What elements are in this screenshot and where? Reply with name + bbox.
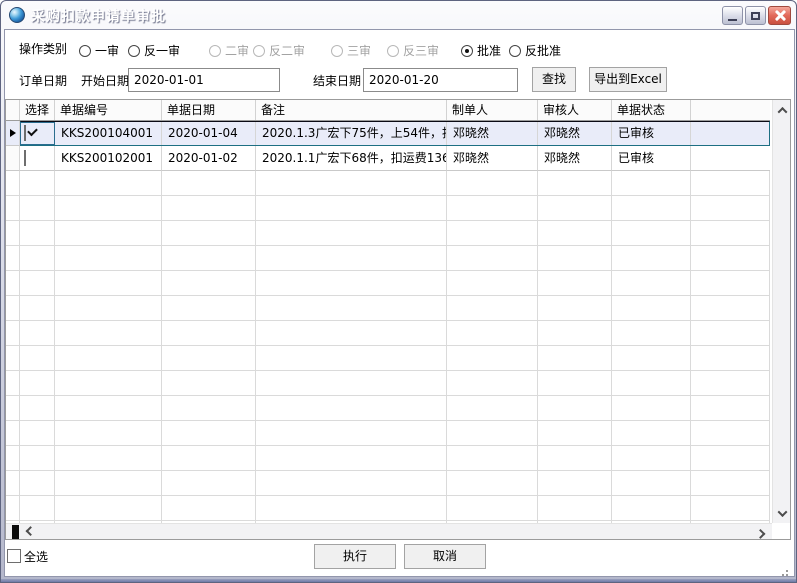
auditor-cell: 邓晓然 [538, 146, 612, 171]
radio-approve[interactable]: 批准 [461, 42, 501, 59]
radio-icon [387, 45, 399, 57]
close-icon [774, 10, 785, 21]
order-date-label: 订单日期 [19, 74, 67, 88]
doc-date-cell: 2020-01-02 [162, 146, 256, 171]
radio-icon [128, 45, 140, 57]
export-excel-button[interactable]: 导出到Excel [589, 67, 667, 92]
select-cell [20, 121, 55, 146]
scroll-left-button[interactable] [22, 524, 38, 540]
chevron-left-icon [25, 526, 35, 536]
radio-icon [253, 45, 265, 57]
cancel-button[interactable]: 取消 [404, 544, 486, 569]
row-checkbox[interactable] [24, 150, 26, 166]
minimize-button[interactable] [722, 6, 743, 25]
chevron-right-icon [755, 528, 765, 538]
end-date-label: 结束日期 [313, 74, 361, 88]
header-select[interactable]: 选择 [20, 100, 55, 120]
execute-button[interactable]: 执行 [314, 544, 396, 569]
radio-anti-second-audit: 反二审 [253, 42, 305, 59]
search-button[interactable]: 查找 [532, 67, 576, 92]
header-doc-status[interactable]: 单据状态 [612, 100, 691, 120]
chevron-down-icon [777, 507, 787, 517]
data-grid: 选择 单据编号 单据日期 备注 制单人 审核人 单据状态 KKS20010400… [5, 99, 791, 540]
select-all-checkbox[interactable] [7, 549, 21, 563]
start-date-input[interactable] [128, 68, 280, 92]
doc-no-cell: KKS200104001 [55, 121, 162, 146]
radio-first-audit[interactable]: 一审 [79, 42, 119, 59]
end-date-input[interactable] [363, 68, 518, 92]
radio-third-audit: 三审 [331, 42, 371, 59]
title-bar[interactable]: 采购扣款申请单审批 [1, 1, 796, 29]
chevron-up-icon [777, 106, 787, 116]
maximize-icon [751, 12, 760, 20]
header-indicator [6, 100, 20, 120]
header-doc-no[interactable]: 单据编号 [55, 100, 162, 120]
grid-header: 选择 单据编号 单据日期 备注 制单人 审核人 单据状态 [6, 100, 770, 121]
radio-second-audit: 二审 [209, 42, 249, 59]
row-indicator-cell [6, 146, 20, 171]
blank-cell [691, 146, 770, 171]
scroll-up-button[interactable] [773, 102, 791, 118]
doc-no-cell: KKS200102001 [55, 146, 162, 171]
globe-icon [9, 7, 25, 23]
doc-date-cell: 2020-01-04 [162, 121, 256, 146]
app-window: 采购扣款申请单审批 操作类别 一审 反一审 二审 反二审 三审 反三审 批准 反… [0, 0, 797, 583]
row-checkbox[interactable] [24, 125, 26, 141]
current-row-arrow-icon [10, 129, 16, 137]
row-indicator-cell [6, 121, 20, 146]
radio-icon [461, 45, 473, 57]
scroll-right-button[interactable] [752, 524, 768, 540]
operation-type-label: 操作类别 [19, 42, 67, 56]
radio-icon [331, 45, 343, 57]
horizontal-scroll-thumb[interactable] [12, 525, 19, 540]
header-doc-date[interactable]: 单据日期 [162, 100, 256, 120]
header-blank [691, 100, 770, 120]
maximize-button[interactable] [745, 6, 766, 25]
minimize-icon [728, 19, 737, 21]
header-creator[interactable]: 制单人 [447, 100, 538, 120]
creator-cell: 邓晓然 [447, 121, 538, 146]
scroll-down-button[interactable] [773, 505, 791, 521]
blank-cell [691, 121, 770, 146]
horizontal-scrollbar[interactable] [6, 523, 772, 540]
radio-icon [509, 45, 521, 57]
remark-cell: 2020.1.3广宏下75件，上54件，扣运 [256, 121, 447, 146]
radio-icon [79, 45, 91, 57]
creator-cell: 邓晓然 [447, 146, 538, 171]
radio-anti-first-audit[interactable]: 反一审 [128, 42, 180, 59]
table-row[interactable]: KKS200102001 2020-01-02 2020.1.1广宏下68件，扣… [6, 146, 770, 171]
auditor-cell: 邓晓然 [538, 121, 612, 146]
start-date-label: 开始日期 [81, 74, 129, 88]
close-button[interactable] [768, 6, 791, 25]
window-title: 采购扣款申请单审批 [31, 6, 166, 26]
status-cell: 已审核 [612, 121, 691, 146]
select-cell [20, 146, 55, 171]
vertical-scrollbar[interactable] [772, 100, 790, 523]
select-all-label: 全选 [24, 550, 48, 564]
remark-cell: 2020.1.1广宏下68件，扣运费136元 [256, 146, 447, 171]
grid-empty-area [6, 171, 770, 523]
status-cell: 已审核 [612, 146, 691, 171]
resize-grip-icon[interactable] [776, 564, 788, 576]
radio-anti-approve[interactable]: 反批准 [509, 42, 561, 59]
table-row[interactable]: KKS200104001 2020-01-04 2020.1.3广宏下75件，上… [6, 121, 770, 146]
header-auditor[interactable]: 审核人 [538, 100, 612, 120]
header-remark[interactable]: 备注 [256, 100, 447, 120]
radio-anti-third-audit: 反三审 [387, 42, 439, 59]
radio-icon [209, 45, 221, 57]
